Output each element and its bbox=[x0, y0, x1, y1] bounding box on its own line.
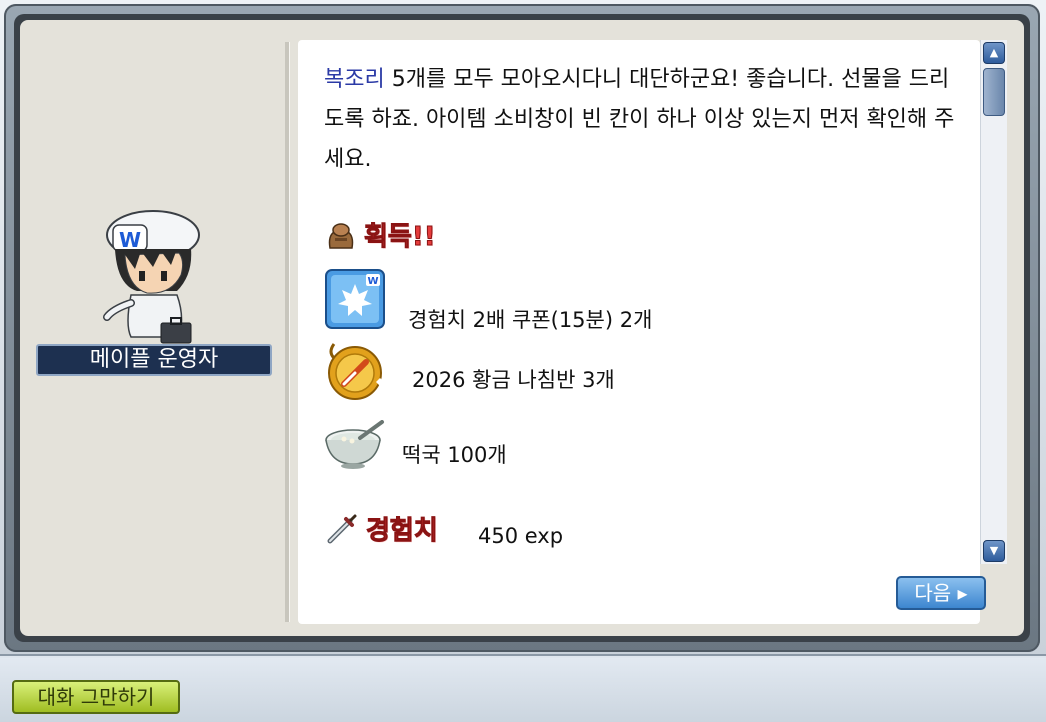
svg-text:W: W bbox=[367, 276, 378, 287]
dialog-message-text: 5개를 모두 모아오시다니 대단하군요! 좋습니다. 선물을 드리도록 하죠. … bbox=[324, 67, 955, 172]
npc-character-icon: W bbox=[103, 210, 200, 344]
scroll-thumb[interactable] bbox=[983, 68, 1005, 116]
dialog-scrollbar[interactable]: ▲ ▼ bbox=[980, 40, 1007, 564]
end-chat-button[interactable]: 대화 그만하기 bbox=[12, 680, 180, 714]
reward-item-row: 2026 황금 나침반 3개 bbox=[324, 336, 615, 402]
maple-coupon-icon: W bbox=[325, 269, 385, 329]
exp-title: 경험치 bbox=[366, 516, 439, 547]
reward-item-label: 떡국 100개 bbox=[402, 443, 507, 467]
quest-item-highlight: 복조리 bbox=[324, 67, 385, 92]
rice-cake-soup-icon bbox=[325, 420, 384, 469]
hat-letter: W bbox=[119, 228, 141, 252]
reward-item-row: 떡국 100개 bbox=[324, 420, 507, 470]
dialog-text-box: 복조리 5개를 모두 모아오시다니 대단하군요! 좋습니다. 선물을 드리도록 … bbox=[298, 40, 980, 624]
dialog-message: 복조리 5개를 모두 모아오시다니 대단하군요! 좋습니다. 선물을 드리도록 … bbox=[324, 60, 964, 180]
bag-icon bbox=[328, 222, 354, 249]
exp-value: 450 exp bbox=[478, 524, 564, 548]
reward-item-row: W 경험치 2배 쿠폰(15분) 2개 bbox=[324, 264, 652, 334]
exp-section-header: 경험치 bbox=[324, 510, 438, 547]
scroll-up-icon[interactable]: ▲ bbox=[983, 42, 1005, 64]
reward-item-label: 2026 황금 나침반 3개 bbox=[412, 368, 615, 392]
sword-icon bbox=[327, 514, 357, 543]
golden-compass-icon bbox=[328, 343, 384, 400]
reward-item-label: 경험치 2배 쿠폰(15분) 2개 bbox=[408, 308, 653, 332]
scroll-down-icon[interactable]: ▼ bbox=[983, 540, 1005, 562]
npc-name-plate: 메이플 운영자 bbox=[36, 344, 272, 376]
panel-divider bbox=[285, 42, 290, 622]
next-button[interactable]: 다음 ▸ bbox=[896, 576, 986, 610]
reward-section-header: 획득!! bbox=[324, 216, 436, 253]
reward-title: 획득!! bbox=[364, 222, 437, 253]
